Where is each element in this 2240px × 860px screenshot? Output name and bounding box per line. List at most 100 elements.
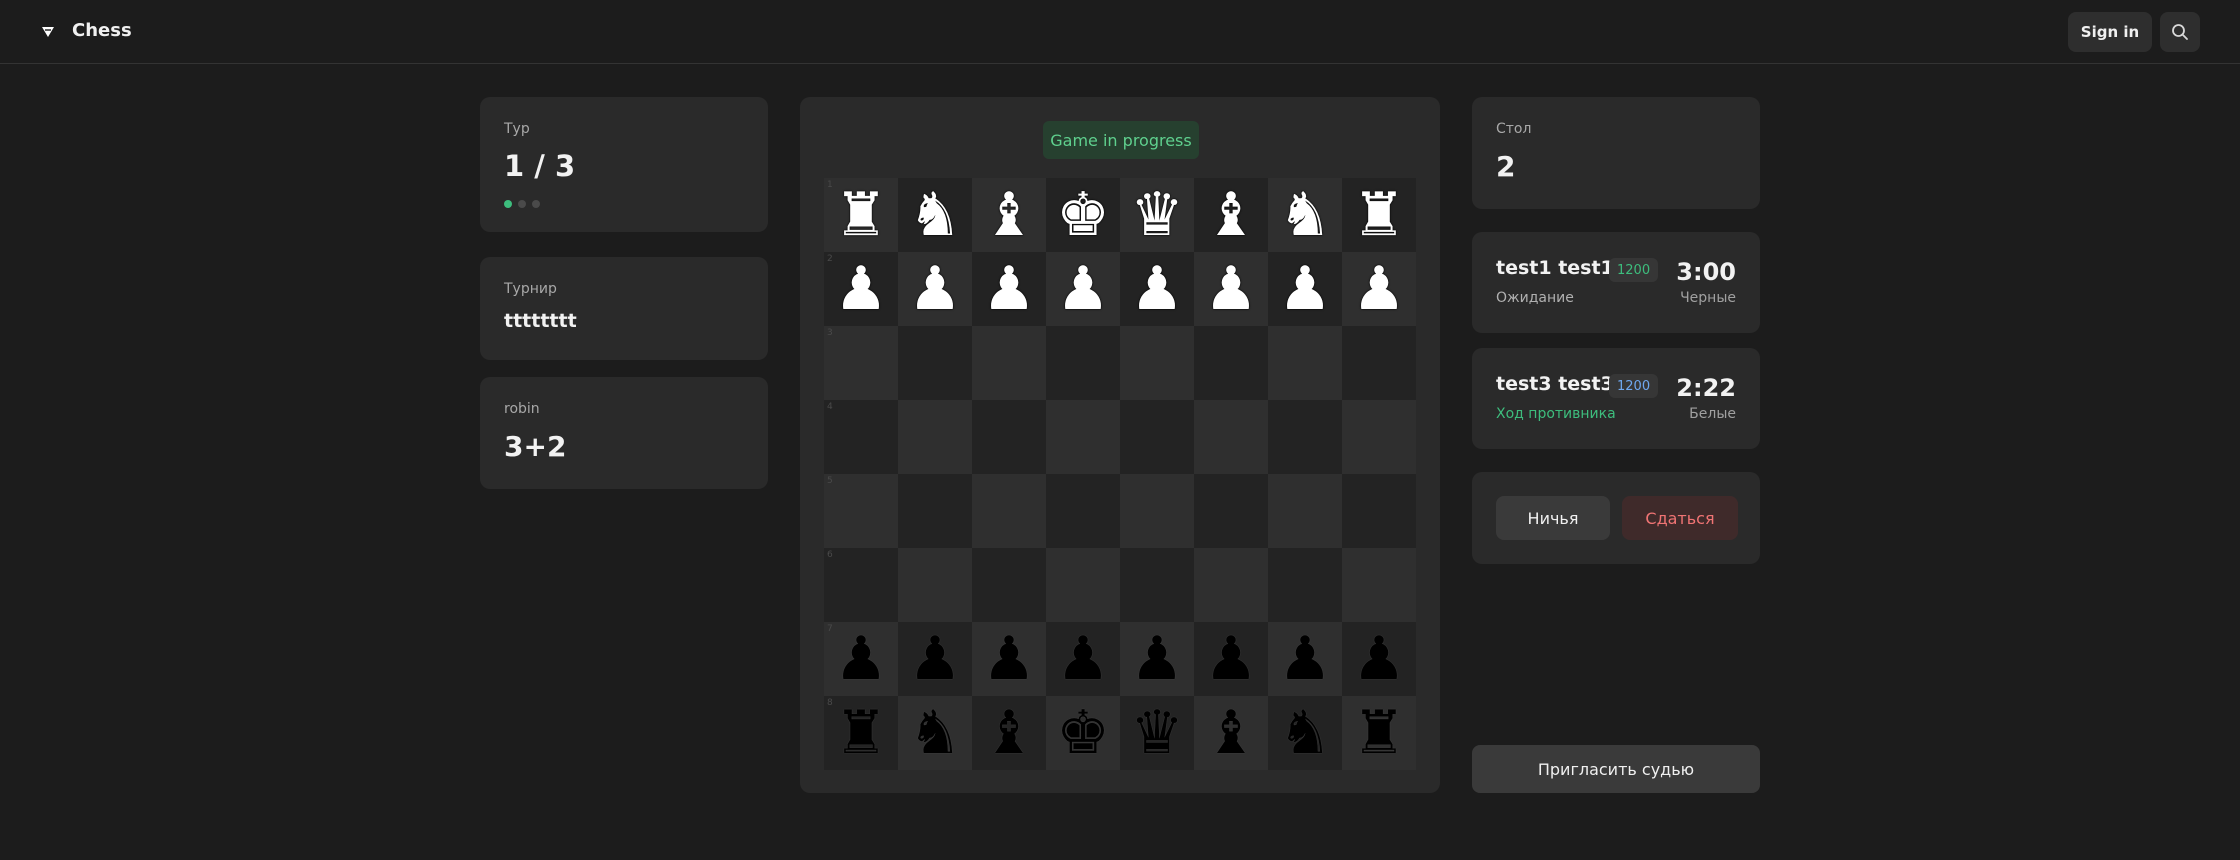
search-button[interactable] [2160, 12, 2200, 52]
board-square-f6[interactable] [1194, 548, 1268, 622]
black-pawn-piece[interactable]: ♟ [834, 629, 888, 689]
board-square-c6[interactable] [972, 548, 1046, 622]
resign-button[interactable]: Сдаться [1622, 496, 1738, 540]
board-square-g2[interactable]: ♟ [1268, 252, 1342, 326]
white-pawn-piece[interactable]: ♟ [908, 259, 962, 319]
board-square-d8[interactable]: ♚ [1046, 696, 1120, 770]
board-square-b5[interactable] [898, 474, 972, 548]
black-bishop-piece[interactable]: ♝ [982, 703, 1036, 763]
chess-board[interactable]: 1 ♜ ♞ ♝ ♚ ♛ ♝ ♞ ♜ 2 ♟ ♟ ♟ ♟ ♟ ♟ ♟ ♟ 3 4 5 6 7 ♟ ♟ ♟ ♟ ♟ ♟ ♟ ♟ 8 ♜ ♞ ♝ ♚ ♛ ♝ ♞ ♜ [824, 178, 1416, 770]
board-square-a6[interactable]: 6 [824, 548, 898, 622]
black-pawn-piece[interactable]: ♟ [908, 629, 962, 689]
board-square-d4[interactable] [1046, 400, 1120, 474]
board-square-e5[interactable] [1120, 474, 1194, 548]
board-square-h2[interactable]: ♟ [1342, 252, 1416, 326]
board-square-e8[interactable]: ♛ [1120, 696, 1194, 770]
white-rook-piece[interactable]: ♜ [1352, 185, 1406, 245]
board-square-h8[interactable]: ♜ [1342, 696, 1416, 770]
board-square-e7[interactable]: ♟ [1120, 622, 1194, 696]
board-square-d5[interactable] [1046, 474, 1120, 548]
board-square-e1[interactable]: ♛ [1120, 178, 1194, 252]
white-pawn-piece[interactable]: ♟ [1204, 259, 1258, 319]
white-bishop-piece[interactable]: ♝ [982, 185, 1036, 245]
board-square-f7[interactable]: ♟ [1194, 622, 1268, 696]
board-square-f2[interactable]: ♟ [1194, 252, 1268, 326]
board-square-b2[interactable]: ♟ [898, 252, 972, 326]
board-square-d7[interactable]: ♟ [1046, 622, 1120, 696]
white-pawn-piece[interactable]: ♟ [1056, 259, 1110, 319]
board-square-e2[interactable]: ♟ [1120, 252, 1194, 326]
board-square-b3[interactable] [898, 326, 972, 400]
board-square-h6[interactable] [1342, 548, 1416, 622]
black-king-piece[interactable]: ♚ [1056, 703, 1110, 763]
board-square-b6[interactable] [898, 548, 972, 622]
board-square-a2[interactable]: 2 ♟ [824, 252, 898, 326]
black-knight-piece[interactable]: ♞ [908, 703, 962, 763]
board-square-f4[interactable] [1194, 400, 1268, 474]
board-square-d1[interactable]: ♚ [1046, 178, 1120, 252]
board-square-b8[interactable]: ♞ [898, 696, 972, 770]
black-pawn-piece[interactable]: ♟ [1352, 629, 1406, 689]
white-pawn-piece[interactable]: ♟ [1130, 259, 1184, 319]
board-square-c7[interactable]: ♟ [972, 622, 1046, 696]
board-square-c3[interactable] [972, 326, 1046, 400]
board-square-f5[interactable] [1194, 474, 1268, 548]
board-square-b7[interactable]: ♟ [898, 622, 972, 696]
board-square-d3[interactable] [1046, 326, 1120, 400]
black-pawn-piece[interactable]: ♟ [982, 629, 1036, 689]
white-rook-piece[interactable]: ♜ [834, 185, 888, 245]
black-queen-piece[interactable]: ♛ [1130, 703, 1184, 763]
board-square-f1[interactable]: ♝ [1194, 178, 1268, 252]
board-square-a4[interactable]: 4 [824, 400, 898, 474]
board-square-e3[interactable] [1120, 326, 1194, 400]
board-square-a5[interactable]: 5 [824, 474, 898, 548]
board-square-g1[interactable]: ♞ [1268, 178, 1342, 252]
black-pawn-piece[interactable]: ♟ [1278, 629, 1332, 689]
white-pawn-piece[interactable]: ♟ [1352, 259, 1406, 319]
white-bishop-piece[interactable]: ♝ [1204, 185, 1258, 245]
board-square-g6[interactable] [1268, 548, 1342, 622]
white-pawn-piece[interactable]: ♟ [834, 259, 888, 319]
black-bishop-piece[interactable]: ♝ [1204, 703, 1258, 763]
sign-in-button[interactable]: Sign in [2068, 12, 2152, 52]
white-king-piece[interactable]: ♚ [1056, 185, 1110, 245]
black-pawn-piece[interactable]: ♟ [1130, 629, 1184, 689]
board-square-e4[interactable] [1120, 400, 1194, 474]
invite-arbiter-button[interactable]: Пригласить судью [1472, 745, 1760, 793]
board-square-g4[interactable] [1268, 400, 1342, 474]
board-square-c5[interactable] [972, 474, 1046, 548]
white-knight-piece[interactable]: ♞ [908, 185, 962, 245]
board-square-b4[interactable] [898, 400, 972, 474]
board-square-g5[interactable] [1268, 474, 1342, 548]
white-queen-piece[interactable]: ♛ [1130, 185, 1184, 245]
board-square-g7[interactable]: ♟ [1268, 622, 1342, 696]
black-rook-piece[interactable]: ♜ [834, 703, 888, 763]
board-square-a7[interactable]: 7 ♟ [824, 622, 898, 696]
board-square-b1[interactable]: ♞ [898, 178, 972, 252]
app-title[interactable]: Chess [72, 20, 132, 41]
board-square-d2[interactable]: ♟ [1046, 252, 1120, 326]
board-square-c2[interactable]: ♟ [972, 252, 1046, 326]
board-square-c4[interactable] [972, 400, 1046, 474]
board-square-h5[interactable] [1342, 474, 1416, 548]
board-square-e6[interactable] [1120, 548, 1194, 622]
board-square-g8[interactable]: ♞ [1268, 696, 1342, 770]
white-knight-piece[interactable]: ♞ [1278, 185, 1332, 245]
black-knight-piece[interactable]: ♞ [1278, 703, 1332, 763]
board-square-g3[interactable] [1268, 326, 1342, 400]
black-pawn-piece[interactable]: ♟ [1056, 629, 1110, 689]
board-square-h7[interactable]: ♟ [1342, 622, 1416, 696]
board-square-f8[interactable]: ♝ [1194, 696, 1268, 770]
black-pawn-piece[interactable]: ♟ [1204, 629, 1258, 689]
board-square-c1[interactable]: ♝ [972, 178, 1046, 252]
board-square-h4[interactable] [1342, 400, 1416, 474]
black-rook-piece[interactable]: ♜ [1352, 703, 1406, 763]
board-square-a8[interactable]: 8 ♜ [824, 696, 898, 770]
chess-logo-icon[interactable] [40, 24, 56, 40]
board-square-f3[interactable] [1194, 326, 1268, 400]
board-square-h3[interactable] [1342, 326, 1416, 400]
board-square-h1[interactable]: ♜ [1342, 178, 1416, 252]
white-pawn-piece[interactable]: ♟ [1278, 259, 1332, 319]
white-pawn-piece[interactable]: ♟ [982, 259, 1036, 319]
board-square-a3[interactable]: 3 [824, 326, 898, 400]
